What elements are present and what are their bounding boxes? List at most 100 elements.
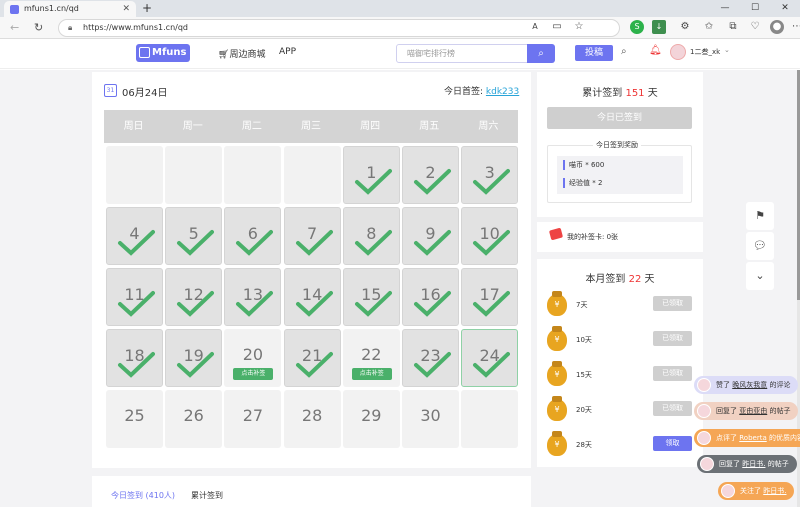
tab-today-checkins[interactable]: 今日签到 (410人) <box>111 490 175 501</box>
makeup-button[interactable]: 点击补签 <box>233 368 274 380</box>
claimed-reward-button[interactable]: 已领取 <box>653 331 692 346</box>
search-button[interactable]: ⌕ <box>527 44 555 63</box>
browser-tab[interactable]: mfuns1.cn/qd ✕ <box>4 1 136 17</box>
day-number: 20 <box>242 345 264 364</box>
menu-icon[interactable]: ⋯ <box>790 20 800 34</box>
calendar-day: 5 <box>165 207 223 265</box>
calendar-day: 4 <box>106 207 163 265</box>
checkmark-icon <box>295 230 333 256</box>
activity-toast[interactable]: 关注了 昨日书. <box>718 482 795 500</box>
maximize-button[interactable]: ☐ <box>740 0 770 17</box>
first-signer-link[interactable]: kdk233 <box>486 87 519 97</box>
extensions-icon[interactable]: ⚙ <box>678 20 692 34</box>
claimed-reward-button[interactable]: 已领取 <box>653 401 692 416</box>
url-text: https://www.mfuns1.cn/qd <box>83 23 188 32</box>
favorite-star-icon[interactable]: ☆ <box>572 20 586 34</box>
toast-target: 的帖子 <box>767 407 791 415</box>
extension-green-icon[interactable]: S <box>630 20 644 34</box>
toast-avatar <box>697 431 711 445</box>
calendar-day[interactable]: 22 点击补签 <box>342 329 400 387</box>
calendar-day: 16 <box>402 268 459 326</box>
calendar-day[interactable]: 20 点击补签 <box>224 329 282 387</box>
activity-toast[interactable]: 点评了 Roberta 的优质内容 <box>694 429 800 447</box>
favorites-icon[interactable]: ✩ <box>702 20 716 34</box>
close-tab-icon[interactable]: ✕ <box>122 1 130 17</box>
search-input[interactable]: 喵御宅排行榜 <box>396 44 528 63</box>
nav-shop-label: 周边商城 <box>229 50 266 60</box>
refresh-icon[interactable]: ↻ <box>34 20 43 36</box>
toast-user-link[interactable]: Roberta <box>739 434 767 442</box>
month-suffix: 天 <box>644 274 655 285</box>
calendar-day: 6 <box>224 207 282 265</box>
browser-essentials-icon[interactable]: ♡ <box>748 20 762 34</box>
day-number: 29 <box>361 406 382 425</box>
chevron-down-icon[interactable]: ⌄ <box>724 46 730 54</box>
claim-reward-button[interactable]: 领取 <box>653 436 692 451</box>
total-suffix: 天 <box>647 88 658 99</box>
checkmark-icon <box>473 352 511 378</box>
chevron-down-icon[interactable]: ⌄ <box>746 262 774 290</box>
coin-symbol: ¥ <box>554 370 560 379</box>
minimize-button[interactable]: — <box>710 0 740 17</box>
toast-target: 的帖子 <box>765 460 789 468</box>
calendar-empty-cell <box>224 146 282 204</box>
reader-icon[interactable]: ▭ <box>550 20 564 34</box>
username[interactable]: 1二叁_xk <box>690 47 720 57</box>
search-icon: ⌕ <box>538 48 544 59</box>
calendar-day: 10 <box>461 207 519 265</box>
checkmark-icon <box>177 352 215 378</box>
checkmark-icon <box>118 352 155 378</box>
nav-app[interactable]: APP <box>279 47 296 57</box>
day-number: 28 <box>301 406 323 425</box>
close-window-button[interactable]: ✕ <box>770 0 800 17</box>
toast-user-link[interactable]: 亚由亚由 <box>739 407 767 415</box>
milestone-days: 28天 <box>576 441 592 449</box>
toast-action: 关注了 <box>740 487 764 495</box>
activity-toast[interactable]: 回复了 亚由亚由 的帖子 <box>694 402 799 420</box>
site-header: Mfuns 🛒︎周边商城 APP 喵御宅排行榜 ⌕ 投稿 ⌕ 🔔︎ 1二叁_xk… <box>0 39 800 69</box>
milestone-days: 20天 <box>576 406 592 414</box>
toast-user-link[interactable]: 昨日书. <box>763 487 786 495</box>
weekday-label: 周五 <box>419 121 440 132</box>
activity-toast[interactable]: 回复了 昨日书. 的帖子 <box>697 455 797 473</box>
toast-avatar <box>697 378 711 392</box>
checkmark-icon <box>354 230 392 256</box>
post-button[interactable]: 投稿 <box>575 45 613 61</box>
tab-total-checkins[interactable]: 累计签到 <box>191 490 223 501</box>
window-controls: — ☐ ✕ <box>710 0 800 17</box>
flag-icon[interactable]: ⚑ <box>746 202 774 230</box>
makeup-button[interactable]: 点击补签 <box>351 368 392 380</box>
user-avatar[interactable] <box>670 44 686 60</box>
money-bag-icon: ¥ <box>547 361 567 386</box>
weekday-label: 周一 <box>182 121 203 132</box>
nav-shop[interactable]: 🛒︎周边商城 <box>218 47 265 60</box>
calendar-day: 14 <box>283 268 341 326</box>
checkmark-icon <box>236 230 274 256</box>
coin-symbol: ¥ <box>554 405 560 414</box>
calendar-empty-cell <box>461 390 519 448</box>
calendar-day: 13 <box>224 268 282 326</box>
back-icon[interactable]: ← <box>10 20 19 36</box>
activity-toast[interactable]: 赞了 晚风灰我意 的评论 <box>694 376 799 394</box>
checkmark-icon <box>473 291 511 317</box>
read-aloud-icon[interactable]: A <box>528 20 542 34</box>
site-logo[interactable]: Mfuns <box>136 44 190 62</box>
checkmark-icon <box>118 291 155 317</box>
checked-in-button[interactable]: 今日已签到 <box>547 107 692 129</box>
claimed-reward-button[interactable]: 已领取 <box>653 296 692 311</box>
makeup-card-count: 我的补签卡: 0张 <box>567 233 619 241</box>
notification-bell-icon[interactable]: 🔔︎ <box>649 45 662 56</box>
profile-icon[interactable]: ● <box>770 20 784 34</box>
toast-user-link[interactable]: 昨日书. <box>742 460 765 468</box>
collections-icon[interactable]: ⧉ <box>726 20 740 34</box>
new-tab-button[interactable]: + <box>142 0 152 16</box>
extension-download-icon[interactable]: ↓ <box>652 20 666 34</box>
toast-user-link[interactable]: 晚风灰我意 <box>732 381 767 389</box>
claimed-reward-button[interactable]: 已领取 <box>653 366 692 381</box>
comment-icon[interactable]: 💬︎ <box>746 232 774 260</box>
calendar-day: 15 <box>342 268 400 326</box>
coin-symbol: ¥ <box>554 300 560 309</box>
total-value: 151 <box>625 88 645 99</box>
logo-mark-icon <box>139 47 150 58</box>
header-search-icon[interactable]: ⌕ <box>621 46 627 57</box>
